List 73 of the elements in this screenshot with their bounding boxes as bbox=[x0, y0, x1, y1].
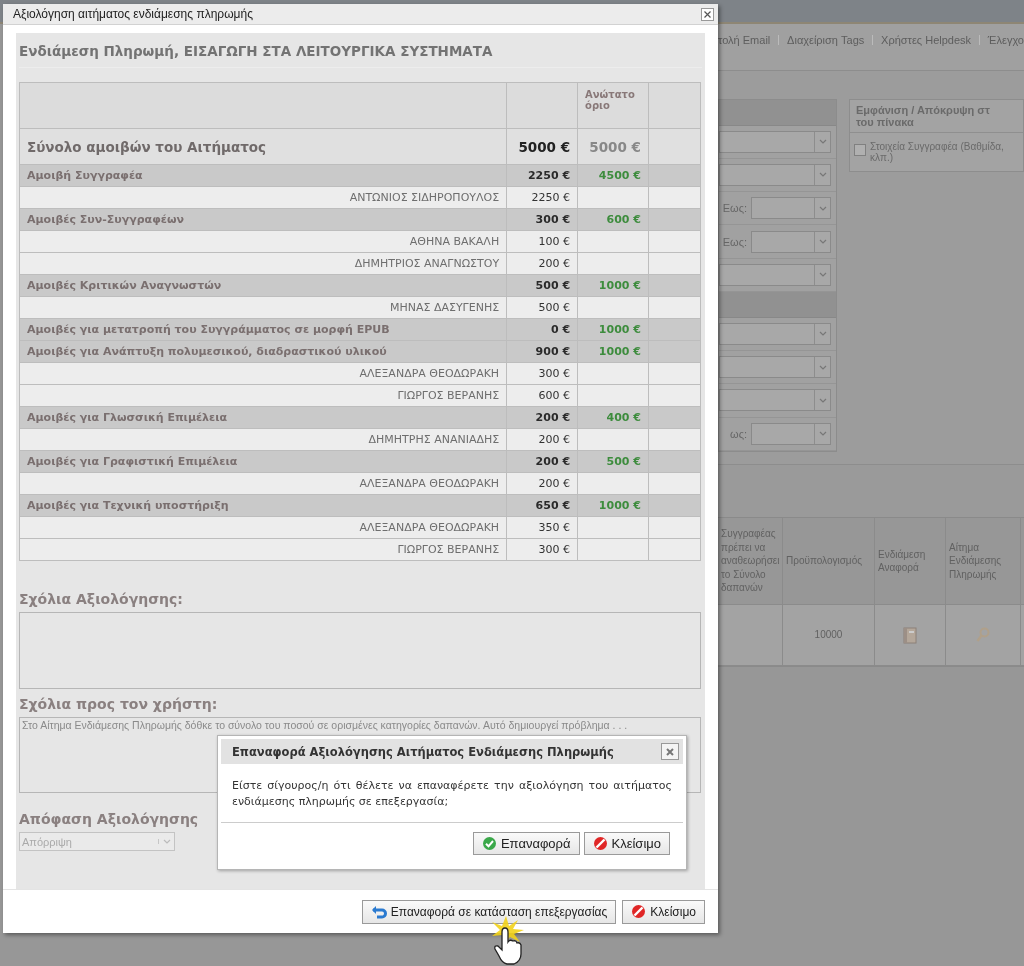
nav-link[interactable]: Διαχείριση Tags bbox=[787, 34, 865, 46]
table-cell: 5000 € bbox=[506, 128, 578, 165]
table-cell: Αμοιβές για μετατροπή του Συγγράμματος σε μορφή EPUB bbox=[19, 318, 507, 341]
close-icon bbox=[666, 747, 674, 756]
chevron-down-icon bbox=[818, 364, 827, 370]
notebook-icon[interactable] bbox=[903, 626, 917, 644]
table-cell: ΓΙΩΡΓΟΣ ΒΕΡΑΝΗΣ bbox=[19, 384, 507, 407]
dropdown[interactable] bbox=[751, 230, 831, 253]
dropdown[interactable] bbox=[719, 322, 831, 345]
range-label: Εως: bbox=[722, 202, 747, 215]
dropdown[interactable] bbox=[719, 263, 831, 286]
dialog-title: Επαναφορά Αξιολόγησης Αιτήματος Ενδιάμεσης Πληρωμής bbox=[232, 744, 614, 759]
table-cell: Αμοιβές για Ανάπτυξη πολυμεσικού, διαδραστικού υλικού bbox=[19, 340, 507, 363]
chevron-down-icon bbox=[818, 172, 827, 178]
decision-dropdown[interactable]: Απόρριψη bbox=[19, 832, 175, 851]
table-cell: ΑΛΕΞΑΝΔΡΑ ΘΕΟΔΩΡΑΚΗ bbox=[19, 516, 507, 539]
chevron-down-icon bbox=[818, 272, 827, 278]
chevron-down-icon bbox=[818, 431, 827, 437]
dropdown[interactable] bbox=[719, 389, 831, 412]
close-icon bbox=[704, 10, 711, 18]
table-cell: ΑΘΗΝΑ ΒΑΚΑΛΗ bbox=[19, 230, 507, 253]
comments-field[interactable] bbox=[19, 612, 701, 689]
return-arrow-icon bbox=[370, 904, 387, 919]
chevron-down-icon bbox=[818, 397, 827, 403]
window-title: Αξιολόγηση αιτήματος ενδιάμεσης πληρωμής bbox=[13, 7, 253, 21]
no-entry-icon bbox=[592, 836, 608, 851]
checkbox[interactable] bbox=[854, 144, 866, 156]
section-label: Σχόλια προς τον χρήστη: bbox=[19, 696, 218, 712]
table-cell: ΑΝΤΩΝΙΟΣ ΣΙΔΗΡΟΠΟΥΛΟΣ bbox=[19, 186, 507, 209]
table-cell: Αμοιβές για Τεχνική υποστήριξη bbox=[19, 494, 507, 517]
dropdown[interactable] bbox=[719, 130, 831, 153]
dropdown[interactable] bbox=[719, 356, 831, 379]
dropdown[interactable] bbox=[719, 164, 831, 186]
table-cell: ΔΗΜΗΤΡΗΣ ΑΝΑΝΙΑΔΗΣ bbox=[19, 428, 507, 451]
close-button[interactable] bbox=[701, 7, 714, 21]
section-label: Σχόλια Αξιολόγησης: bbox=[19, 591, 183, 607]
table-cell: ΑΛΕΞΑΝΔΡΑ ΘΕΟΔΩΡΑΚΗ bbox=[19, 472, 507, 495]
table-cell: ΑΛΕΞΑΝΔΡΑ ΘΕΟΔΩΡΑΚΗ bbox=[19, 362, 507, 385]
confirm-message: Είστε σίγουρος/η ότι θέλετε να επαναφέρετε την αξιολόγηση του αιτήματος ενδιάμεσης πληρωμής σε επεξεργασία; bbox=[221, 764, 683, 823]
table-cell: ΔΗΜΗΤΡΙΟΣ ΑΝΑΓΝΩΣΤΟΥ bbox=[19, 252, 507, 275]
dialog-button[interactable]: Επαναφορά bbox=[472, 832, 580, 855]
panel-title: Εμφάνιση / Απόκρυψη στ του πίνακα bbox=[850, 100, 1023, 133]
close-button[interactable] bbox=[661, 743, 679, 760]
dialog-button[interactable]: Κλείσιμο bbox=[583, 832, 670, 855]
chevron-down-icon bbox=[162, 839, 171, 844]
table-cell: ΓΙΩΡΓΟΣ ΒΕΡΑΝΗΣ bbox=[19, 538, 507, 561]
chevron-down-icon bbox=[818, 205, 827, 211]
no-entry-icon bbox=[631, 904, 647, 919]
range-label: Εως: bbox=[722, 235, 747, 248]
range-label: ως: bbox=[730, 427, 747, 440]
chevron-down-icon bbox=[818, 239, 827, 245]
dialog-button[interactable]: Κλείσιμο bbox=[622, 899, 705, 924]
checkmark-icon bbox=[481, 836, 497, 851]
dropdown[interactable] bbox=[751, 197, 831, 220]
table-cell: Σύνολο αμοιβών του Αιτήματος bbox=[19, 128, 507, 165]
chevron-down-icon bbox=[818, 331, 827, 337]
table-cell: Αμοιβές Κριτικών Αναγνωστών bbox=[19, 274, 507, 297]
dialog-button[interactable]: Επαναφορά σε κατάσταση επεξεργασίας bbox=[361, 899, 617, 924]
column-header: Ανώτατο όριο bbox=[585, 89, 636, 111]
table-cell: Αμοιβές Συν-Συγγραφέων bbox=[19, 208, 507, 231]
chevron-down-icon bbox=[818, 139, 827, 145]
nav-link[interactable]: Χρήστες Helpdesk bbox=[881, 34, 972, 46]
section-label: Απόφαση Αξιολόγησης bbox=[19, 811, 199, 827]
dropdown[interactable] bbox=[751, 422, 831, 445]
table-cell: 10000 bbox=[783, 605, 875, 665]
nav-link[interactable]: Έλεγχο bbox=[987, 34, 1024, 46]
table-cell: Αμοιβές για Γλωσσική Επιμέλεια bbox=[19, 406, 507, 429]
table-cell: ΜΗΝΑΣ ΔΑΣΥΓΕΝΗΣ bbox=[19, 296, 507, 319]
table-cell: Αμοιβές για Γραφιστική Επιμέλεια bbox=[19, 450, 507, 473]
table-cell: 5000 € bbox=[577, 128, 649, 165]
search-icon[interactable] bbox=[976, 627, 990, 643]
table-cell: Αμοιβή Συγγραφέα bbox=[19, 164, 507, 187]
page-heading: Ενδιάμεση Πληρωμή, ΕΙΣΑΓΩΓΗ ΣΤΑ ΛΕΙΤΟΥΡΓΙΚΑ ΣΥΣΤΗΜΑΤΑ bbox=[19, 33, 702, 68]
